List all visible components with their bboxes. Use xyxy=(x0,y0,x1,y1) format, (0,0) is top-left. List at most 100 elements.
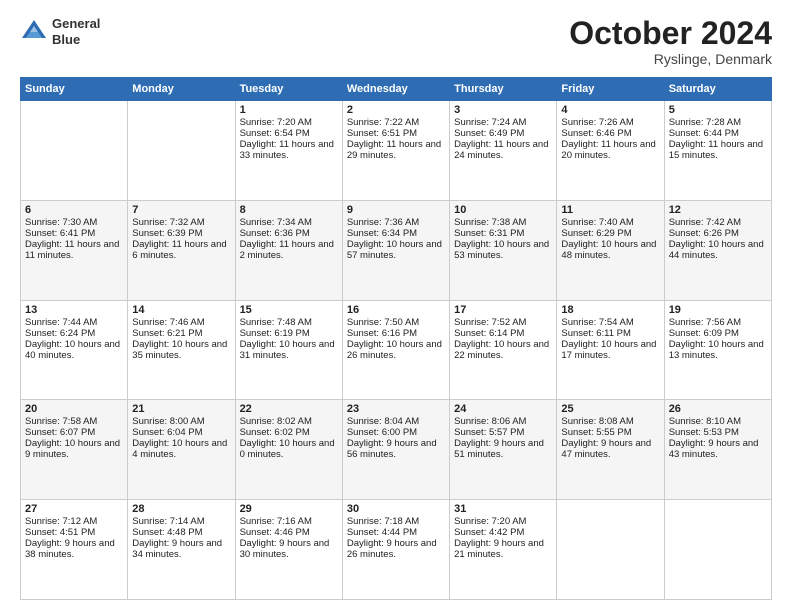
week-row-0: 1Sunrise: 7:20 AMSunset: 6:54 PMDaylight… xyxy=(21,101,772,201)
daylight-text: Daylight: 11 hours and 11 minutes. xyxy=(25,239,123,261)
day-header-wednesday: Wednesday xyxy=(342,78,449,101)
sunset-text: Sunset: 6:24 PM xyxy=(25,328,123,339)
day-number: 31 xyxy=(454,503,552,515)
title-block: October 2024 Ryslinge, Denmark xyxy=(569,16,772,67)
calendar-cell: 19Sunrise: 7:56 AMSunset: 6:09 PMDayligh… xyxy=(664,300,771,400)
daylight-text: Daylight: 9 hours and 21 minutes. xyxy=(454,538,552,560)
sunset-text: Sunset: 6:31 PM xyxy=(454,228,552,239)
sunrise-text: Sunrise: 8:08 AM xyxy=(561,416,659,427)
day-number: 15 xyxy=(240,304,338,316)
sunrise-text: Sunrise: 8:02 AM xyxy=(240,416,338,427)
calendar-cell: 6Sunrise: 7:30 AMSunset: 6:41 PMDaylight… xyxy=(21,200,128,300)
sunset-text: Sunset: 6:44 PM xyxy=(669,128,767,139)
daylight-text: Daylight: 9 hours and 43 minutes. xyxy=(669,438,767,460)
daylight-text: Daylight: 11 hours and 24 minutes. xyxy=(454,139,552,161)
calendar-cell: 13Sunrise: 7:44 AMSunset: 6:24 PMDayligh… xyxy=(21,300,128,400)
sunrise-text: Sunrise: 7:52 AM xyxy=(454,317,552,328)
sunrise-text: Sunrise: 7:44 AM xyxy=(25,317,123,328)
daylight-text: Daylight: 10 hours and 4 minutes. xyxy=(132,438,230,460)
daylight-text: Daylight: 9 hours and 51 minutes. xyxy=(454,438,552,460)
sunrise-text: Sunrise: 7:26 AM xyxy=(561,117,659,128)
day-number: 26 xyxy=(669,403,767,415)
calendar-cell: 17Sunrise: 7:52 AMSunset: 6:14 PMDayligh… xyxy=(450,300,557,400)
sunset-text: Sunset: 5:53 PM xyxy=(669,427,767,438)
calendar-cell: 16Sunrise: 7:50 AMSunset: 6:16 PMDayligh… xyxy=(342,300,449,400)
calendar-cell xyxy=(557,500,664,600)
day-number: 8 xyxy=(240,204,338,216)
day-number: 1 xyxy=(240,104,338,116)
sunset-text: Sunset: 6:54 PM xyxy=(240,128,338,139)
header-row: SundayMondayTuesdayWednesdayThursdayFrid… xyxy=(21,78,772,101)
day-number: 24 xyxy=(454,403,552,415)
sunset-text: Sunset: 6:14 PM xyxy=(454,328,552,339)
calendar-cell: 18Sunrise: 7:54 AMSunset: 6:11 PMDayligh… xyxy=(557,300,664,400)
day-number: 30 xyxy=(347,503,445,515)
calendar-cell: 30Sunrise: 7:18 AMSunset: 4:44 PMDayligh… xyxy=(342,500,449,600)
calendar-cell: 28Sunrise: 7:14 AMSunset: 4:48 PMDayligh… xyxy=(128,500,235,600)
sunrise-text: Sunrise: 7:22 AM xyxy=(347,117,445,128)
day-number: 19 xyxy=(669,304,767,316)
sunrise-text: Sunrise: 7:54 AM xyxy=(561,317,659,328)
day-number: 12 xyxy=(669,204,767,216)
daylight-text: Daylight: 11 hours and 29 minutes. xyxy=(347,139,445,161)
sunrise-text: Sunrise: 7:24 AM xyxy=(454,117,552,128)
day-number: 5 xyxy=(669,104,767,116)
day-number: 10 xyxy=(454,204,552,216)
day-header-friday: Friday xyxy=(557,78,664,101)
sunset-text: Sunset: 5:57 PM xyxy=(454,427,552,438)
day-number: 23 xyxy=(347,403,445,415)
logo-line1: General xyxy=(52,16,100,32)
sunset-text: Sunset: 6:36 PM xyxy=(240,228,338,239)
calendar-cell: 27Sunrise: 7:12 AMSunset: 4:51 PMDayligh… xyxy=(21,500,128,600)
sunrise-text: Sunrise: 7:30 AM xyxy=(25,217,123,228)
logo-line2: Blue xyxy=(52,32,100,48)
daylight-text: Daylight: 9 hours and 30 minutes. xyxy=(240,538,338,560)
calendar-cell: 23Sunrise: 8:04 AMSunset: 6:00 PMDayligh… xyxy=(342,400,449,500)
calendar-cell: 3Sunrise: 7:24 AMSunset: 6:49 PMDaylight… xyxy=(450,101,557,201)
daylight-text: Daylight: 10 hours and 26 minutes. xyxy=(347,339,445,361)
week-row-3: 20Sunrise: 7:58 AMSunset: 6:07 PMDayligh… xyxy=(21,400,772,500)
sunrise-text: Sunrise: 7:48 AM xyxy=(240,317,338,328)
daylight-text: Daylight: 9 hours and 34 minutes. xyxy=(132,538,230,560)
sunrise-text: Sunrise: 8:10 AM xyxy=(669,416,767,427)
sunrise-text: Sunrise: 7:20 AM xyxy=(454,516,552,527)
calendar-cell xyxy=(21,101,128,201)
day-number: 18 xyxy=(561,304,659,316)
day-number: 9 xyxy=(347,204,445,216)
sunrise-text: Sunrise: 7:32 AM xyxy=(132,217,230,228)
week-row-2: 13Sunrise: 7:44 AMSunset: 6:24 PMDayligh… xyxy=(21,300,772,400)
calendar-cell: 4Sunrise: 7:26 AMSunset: 6:46 PMDaylight… xyxy=(557,101,664,201)
sunset-text: Sunset: 6:21 PM xyxy=(132,328,230,339)
sunset-text: Sunset: 6:34 PM xyxy=(347,228,445,239)
sunset-text: Sunset: 4:51 PM xyxy=(25,527,123,538)
sunset-text: Sunset: 5:55 PM xyxy=(561,427,659,438)
sunrise-text: Sunrise: 7:50 AM xyxy=(347,317,445,328)
daylight-text: Daylight: 10 hours and 35 minutes. xyxy=(132,339,230,361)
day-number: 4 xyxy=(561,104,659,116)
sunrise-text: Sunrise: 7:34 AM xyxy=(240,217,338,228)
day-header-thursday: Thursday xyxy=(450,78,557,101)
day-header-saturday: Saturday xyxy=(664,78,771,101)
day-number: 3 xyxy=(454,104,552,116)
sunset-text: Sunset: 6:19 PM xyxy=(240,328,338,339)
calendar-cell: 21Sunrise: 8:00 AMSunset: 6:04 PMDayligh… xyxy=(128,400,235,500)
sunrise-text: Sunrise: 7:36 AM xyxy=(347,217,445,228)
calendar-cell: 29Sunrise: 7:16 AMSunset: 4:46 PMDayligh… xyxy=(235,500,342,600)
calendar-table: SundayMondayTuesdayWednesdayThursdayFrid… xyxy=(20,77,772,600)
sunset-text: Sunset: 6:04 PM xyxy=(132,427,230,438)
sunrise-text: Sunrise: 7:40 AM xyxy=(561,217,659,228)
daylight-text: Daylight: 9 hours and 26 minutes. xyxy=(347,538,445,560)
sunrise-text: Sunrise: 7:18 AM xyxy=(347,516,445,527)
day-number: 14 xyxy=(132,304,230,316)
sunrise-text: Sunrise: 7:58 AM xyxy=(25,416,123,427)
daylight-text: Daylight: 9 hours and 38 minutes. xyxy=(25,538,123,560)
day-header-sunday: Sunday xyxy=(21,78,128,101)
daylight-text: Daylight: 10 hours and 9 minutes. xyxy=(25,438,123,460)
daylight-text: Daylight: 10 hours and 22 minutes. xyxy=(454,339,552,361)
week-row-4: 27Sunrise: 7:12 AMSunset: 4:51 PMDayligh… xyxy=(21,500,772,600)
header: General Blue October 2024 Ryslinge, Denm… xyxy=(20,16,772,67)
calendar-cell: 31Sunrise: 7:20 AMSunset: 4:42 PMDayligh… xyxy=(450,500,557,600)
sunrise-text: Sunrise: 7:28 AM xyxy=(669,117,767,128)
calendar-cell: 5Sunrise: 7:28 AMSunset: 6:44 PMDaylight… xyxy=(664,101,771,201)
sunset-text: Sunset: 6:02 PM xyxy=(240,427,338,438)
